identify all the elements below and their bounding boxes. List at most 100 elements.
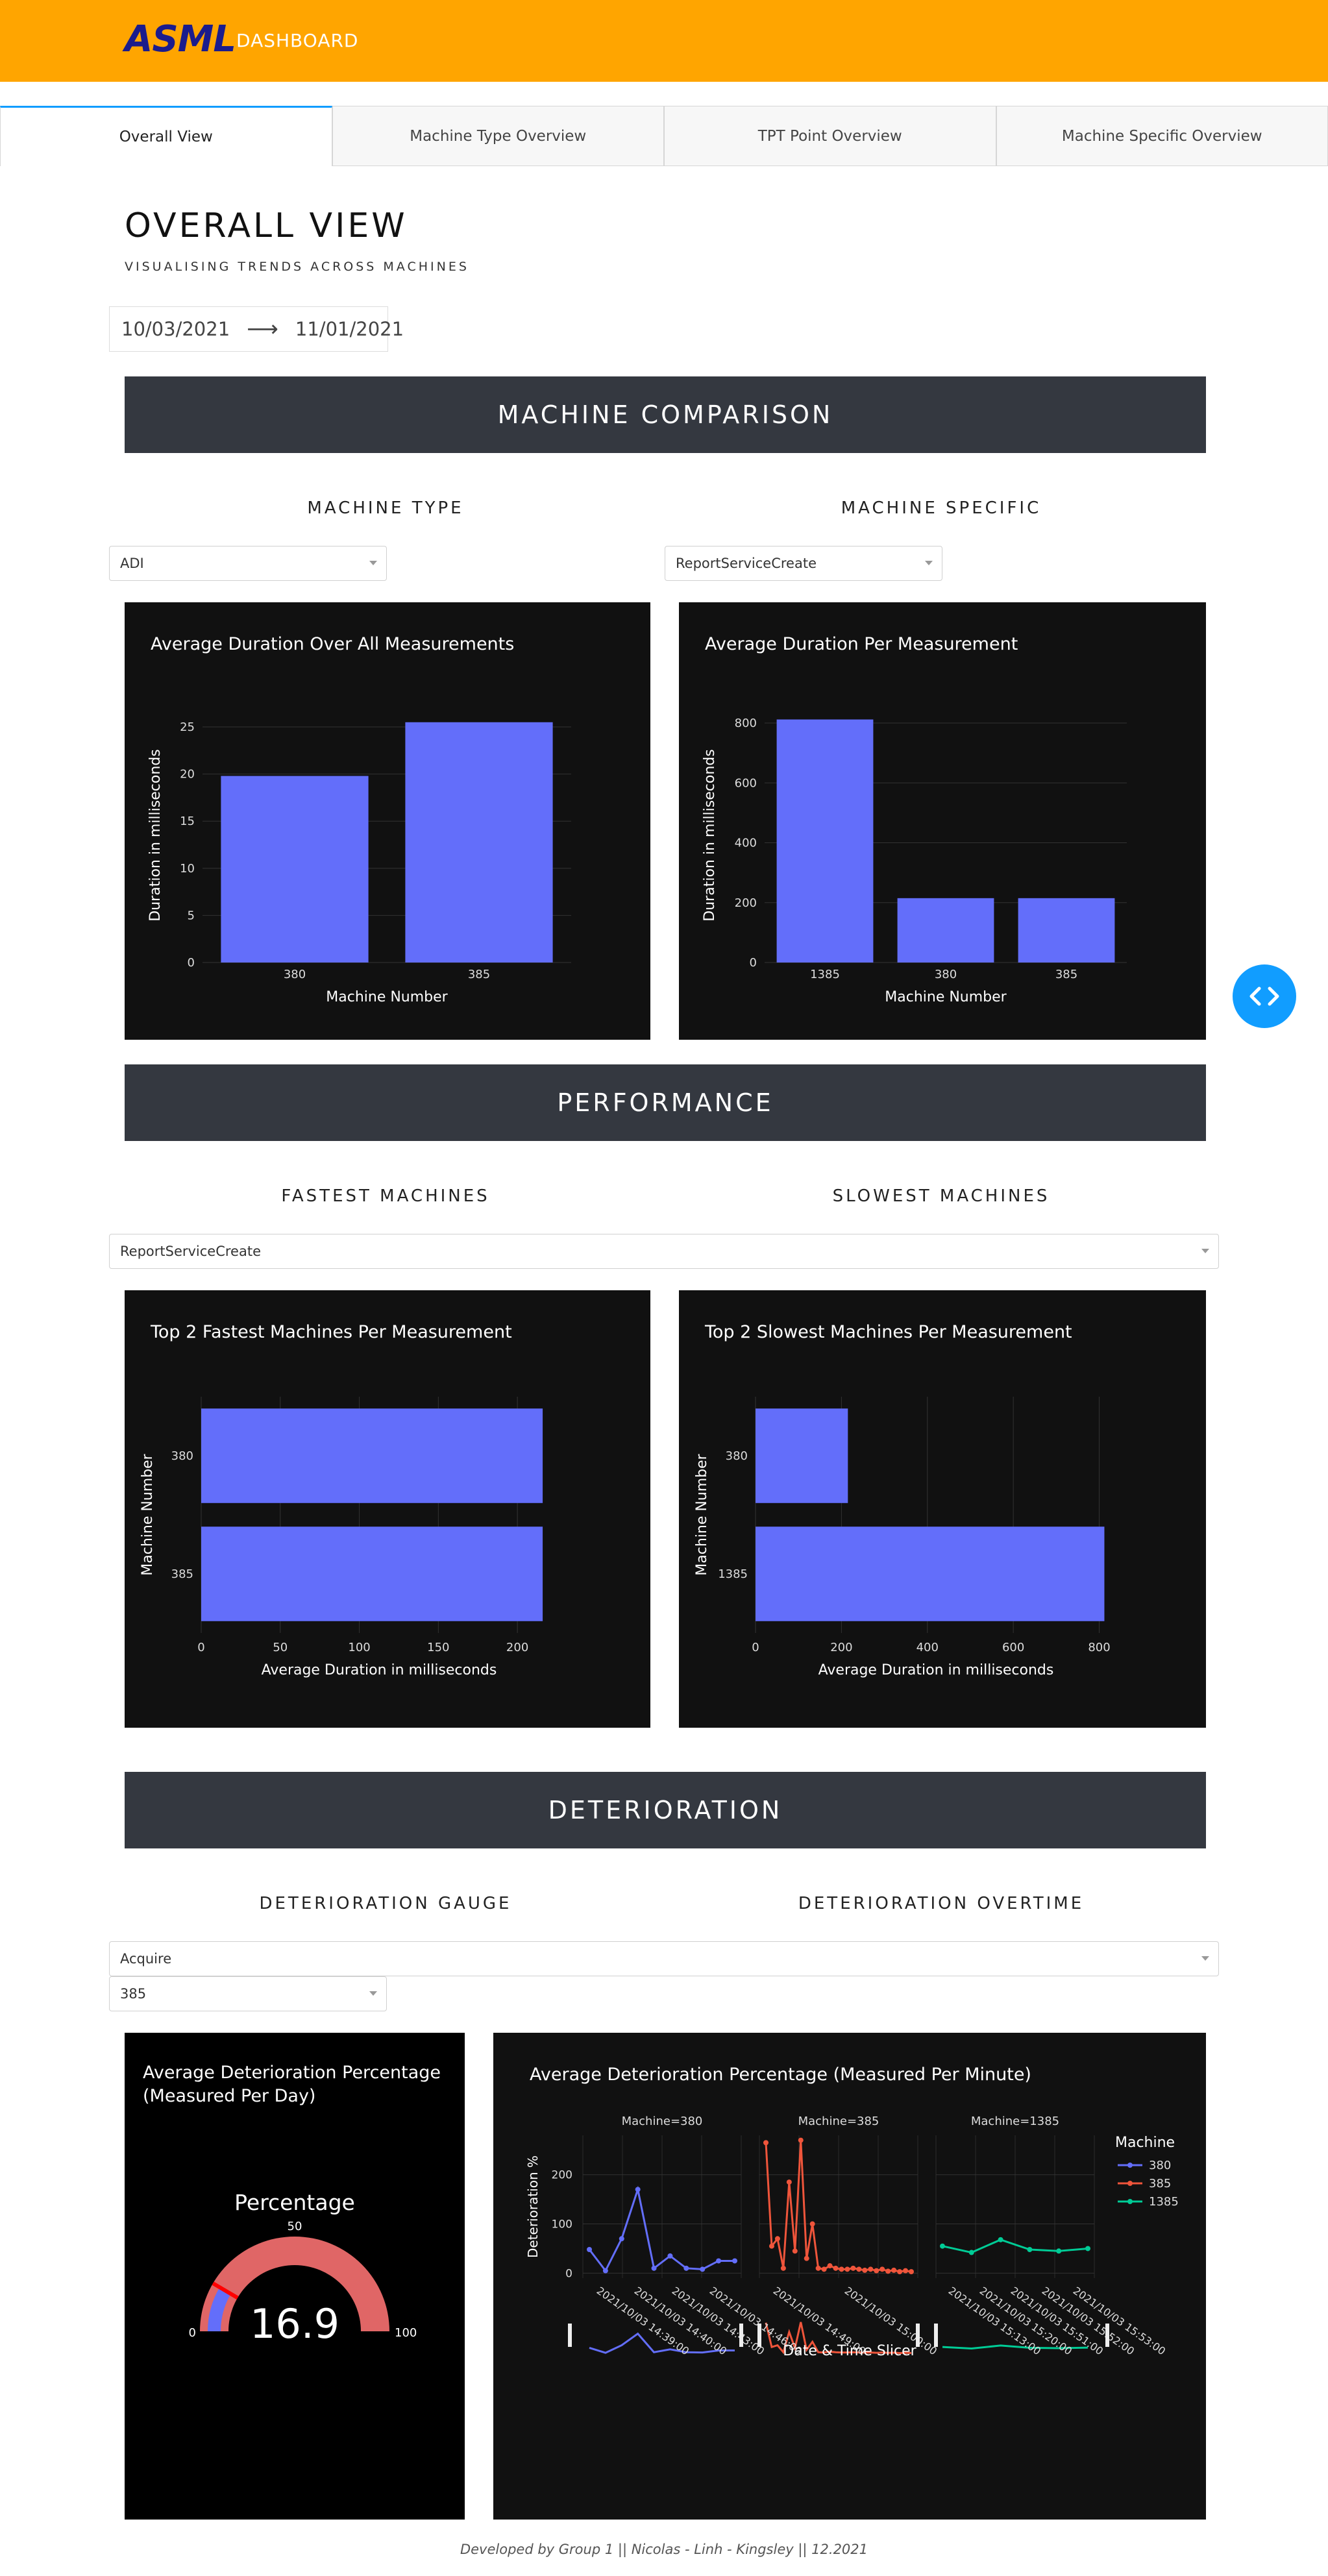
chart-deterioration-gauge-svg: Average Deterioration Percentage (Measure… <box>143 2063 441 2348</box>
chart-title-line2: (Measured Per Day) <box>143 2086 315 2106</box>
y-tick-label: 600 <box>735 776 757 790</box>
machine-specific-dropdown[interactable]: ReportServiceCreate <box>665 546 942 581</box>
y-tick-label: 800 <box>735 717 757 730</box>
data-point <box>786 2179 792 2185</box>
data-point <box>862 2267 868 2273</box>
chevron-left-right-icon <box>1249 987 1279 1006</box>
legend-label: 380 <box>1149 2159 1171 2172</box>
slider-label: Date & Time Slicer <box>783 2343 916 2359</box>
slider-handle <box>739 2324 743 2347</box>
data-point <box>763 2140 769 2146</box>
chart-fastest-machines-svg: Top 2 Fastest Machines Per Measurement 0 5… <box>140 1322 543 1678</box>
slider-handle <box>916 2324 920 2347</box>
machine-number-value: 385 <box>120 1986 147 2002</box>
chart-deterioration-overtime: Average Deterioration Percentage (Measur… <box>493 2033 1206 2520</box>
x-tick-label: 800 <box>1088 1641 1110 1654</box>
tab-machine-specific-overview[interactable]: Machine Specific Overview <box>996 106 1328 166</box>
asml-logo[interactable]: ASML <box>125 18 236 60</box>
chart-title: Average Deterioration Percentage (Measur… <box>530 2065 1031 2085</box>
bar <box>1018 898 1115 963</box>
y-axis-label: Machine Number <box>140 1453 156 1575</box>
bar <box>897 898 994 963</box>
carousel-nav-button[interactable] <box>1233 964 1296 1028</box>
chart-avg-duration-all-svg: Average Duration Over All Measurements 0 5… <box>147 634 571 1005</box>
data-point <box>667 2253 673 2259</box>
data-point <box>792 2248 798 2254</box>
bar <box>776 719 874 963</box>
end-date-input[interactable]: 11/01/2021 <box>295 318 404 340</box>
data-point <box>940 2243 945 2249</box>
data-point <box>716 2258 722 2264</box>
chart-title: Top 2 Fastest Machines Per Measurement <box>150 1322 512 1342</box>
data-point <box>833 2265 839 2271</box>
data-point <box>909 2269 914 2275</box>
y-tick-label: 0 <box>188 956 195 970</box>
gauge-tick-label: 100 <box>395 2326 417 2340</box>
data-point <box>804 2255 809 2261</box>
y-tick-label: 380 <box>171 1449 193 1463</box>
data-point <box>821 2266 827 2272</box>
bar <box>201 1527 543 1621</box>
data-point <box>839 2266 844 2272</box>
y-tick-label: 1385 <box>718 1567 748 1581</box>
machine-type-label: MACHINE TYPE <box>307 498 464 518</box>
y-tick-label: 25 <box>180 720 195 734</box>
data-point <box>774 2236 780 2242</box>
x-axis-label: Machine Number <box>326 989 448 1005</box>
y-tick-label: 20 <box>180 768 195 781</box>
tab-machine-type-overview[interactable]: Machine Type Overview <box>332 106 664 166</box>
chart-avg-duration-all: Average Duration Over All Measurements 0 5… <box>125 602 650 1040</box>
x-axis-label: Machine Number <box>885 989 1007 1005</box>
x-tick-label: 1385 <box>810 968 840 981</box>
chart-fastest-machines: Top 2 Fastest Machines Per Measurement 0 5… <box>125 1290 650 1728</box>
machine-number-dropdown[interactable]: 385 <box>109 1976 387 2011</box>
data-point <box>619 2236 624 2242</box>
legend-marker <box>1127 2163 1133 2168</box>
data-point <box>815 2265 821 2271</box>
data-point <box>868 2266 874 2272</box>
facet-title: Machine=380 <box>622 2115 703 2128</box>
data-point <box>602 2268 608 2274</box>
chart-deterioration-gauge: Average Deterioration Percentage (Measure… <box>125 2033 465 2520</box>
data-point <box>968 2250 974 2255</box>
machine-specific-value: ReportServiceCreate <box>676 556 817 571</box>
chart-slowest-machines: Top 2 Slowest Machines Per Measurement 0 2… <box>679 1290 1206 1728</box>
data-point <box>998 2237 1003 2242</box>
data-point <box>780 2265 786 2271</box>
slider-handle <box>757 2324 761 2347</box>
chart-avg-duration-per: Average Duration Per Measurement 0 200 400 6… <box>679 602 1206 1040</box>
page-title: OVERALL VIEW <box>125 206 408 245</box>
legend-label: 1385 <box>1149 2195 1179 2209</box>
data-point <box>809 2221 815 2227</box>
machine-type-value: ADI <box>120 556 144 571</box>
legend-marker <box>1127 2181 1133 2186</box>
y-tick-label: 100 <box>552 2218 572 2231</box>
deterioration-measurement-dropdown[interactable]: Acquire <box>109 1941 1219 1976</box>
bar <box>201 1408 543 1503</box>
data-point <box>850 2265 856 2271</box>
chart-title: Top 2 Slowest Machines Per Measurement <box>704 1322 1072 1342</box>
bar <box>221 776 369 963</box>
tab-tpt-point-overview[interactable]: TPT Point Overview <box>664 106 996 166</box>
data-point <box>700 2266 706 2272</box>
chart-title: Average Deterioration Percentage <box>143 2063 441 2083</box>
chevron-down-icon <box>369 561 377 565</box>
bar <box>756 1408 848 1503</box>
data-point <box>732 2258 737 2264</box>
tab-overall-view[interactable]: Overall View <box>0 106 332 166</box>
y-tick-label: 5 <box>188 909 195 922</box>
bar <box>756 1527 1105 1621</box>
data-point <box>651 2265 657 2271</box>
x-tick-label: 400 <box>916 1641 939 1654</box>
tab-bar: Overall View Machine Type Overview TPT P… <box>0 106 1328 166</box>
chevron-down-icon <box>369 1991 377 1996</box>
start-date-input[interactable]: 10/03/2021 <box>121 318 230 340</box>
y-tick-label: 10 <box>180 862 195 876</box>
machine-type-dropdown[interactable]: ADI <box>109 546 387 581</box>
page-subtitle: VISUALISING TRENDS ACROSS MACHINES <box>125 260 469 274</box>
footer-credits: Developed by Group 1 || Nicolas - Linh -… <box>460 2542 868 2557</box>
measurement-dropdown[interactable]: ReportServiceCreate <box>109 1234 1219 1269</box>
date-range-picker[interactable]: 10/03/2021 ⟶ 11/01/2021 <box>109 306 404 352</box>
measurement-value: ReportServiceCreate <box>120 1244 262 1259</box>
performance-banner: PERFORMANCE <box>125 1064 1206 1141</box>
